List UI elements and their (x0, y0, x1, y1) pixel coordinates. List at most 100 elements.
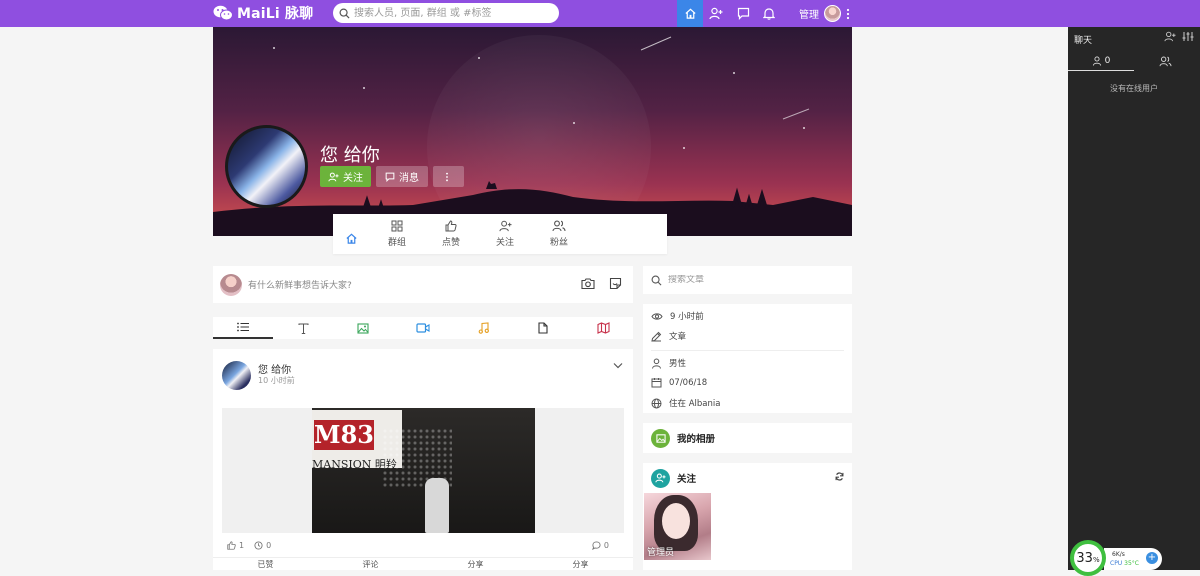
like-action-button[interactable]: 已赞 (213, 558, 318, 570)
following-header: 关注 (643, 468, 696, 488)
file-icon (538, 322, 548, 334)
filter-videos[interactable] (393, 317, 453, 339)
chat-sidebar: 聊天 0 没有在线用户 (1068, 27, 1200, 570)
refresh-icon[interactable] (835, 472, 844, 481)
filter-maps[interactable] (573, 317, 633, 339)
info-posts[interactable]: 文章 (651, 330, 686, 342)
system-monitor-widget[interactable]: 6K/s CPU 35°C + 33% (1070, 540, 1162, 576)
user-menu[interactable]: 管理 (799, 0, 841, 27)
comment-action-button[interactable]: 评论 (318, 558, 423, 570)
chat-header-actions (1164, 31, 1194, 42)
photo-figure (425, 478, 449, 533)
info-birthday: 07/06/18 (651, 377, 707, 388)
monitor-details: 6K/s CPU 35°C + (1104, 548, 1162, 570)
logo-text: MaiLi 脉聊 (237, 6, 314, 22)
memory-percent: 33% (1076, 550, 1100, 566)
following-card: 关注 管理员 (643, 463, 852, 570)
profile-avatar[interactable] (225, 125, 308, 208)
post-time: 10 小时前 (258, 376, 295, 385)
chevron-down-icon[interactable] (613, 362, 623, 369)
friend-requests-button[interactable] (703, 0, 729, 27)
info-birthday-text: 07/06/18 (669, 377, 708, 388)
chat-tabs: 0 (1068, 51, 1200, 71)
camera-icon[interactable] (581, 277, 595, 290)
home-icon (684, 8, 696, 19)
more-menu-button[interactable] (842, 0, 854, 27)
article-search-input[interactable] (668, 275, 838, 285)
tab-likes[interactable]: 点赞 (424, 214, 478, 254)
eye-icon (651, 312, 663, 320)
sticker-icon[interactable] (609, 277, 622, 290)
profile-more-button[interactable] (433, 166, 464, 187)
wechat-icon (213, 5, 233, 21)
grid-icon (391, 220, 403, 232)
post-author-avatar[interactable] (222, 361, 251, 390)
list-icon (237, 322, 249, 332)
add-icon[interactable]: + (1146, 552, 1158, 564)
info-last-seen-text: 9 小时前 (670, 312, 704, 322)
view-count: 0 (266, 541, 272, 550)
albums-card[interactable]: 我的相册 (643, 423, 852, 453)
following-badge (651, 468, 670, 488)
search-icon (339, 8, 350, 19)
follow-button[interactable]: 关注 (320, 166, 371, 187)
message-button[interactable]: 消息 (376, 166, 428, 187)
filter-images[interactable] (333, 317, 393, 339)
tab-label: 点赞 (441, 238, 460, 248)
post-media[interactable]: M83 MANSION 明羚 (222, 408, 624, 533)
tab-following[interactable]: 关注 (478, 214, 532, 254)
post-author-name[interactable]: 您 给你 (258, 361, 291, 376)
home-button[interactable] (677, 0, 703, 27)
network-speed: 6K/s (1112, 551, 1125, 558)
messages-button[interactable] (730, 0, 756, 27)
clock-icon (254, 541, 263, 550)
vertical-dots-icon (445, 172, 448, 181)
composer-avatar (220, 273, 242, 296)
thumbs-up-icon[interactable] (227, 541, 236, 550)
sliders-icon[interactable] (1182, 31, 1194, 42)
user-plus-icon (328, 172, 339, 181)
filter-files[interactable] (513, 317, 573, 339)
chat-tab-groups[interactable] (1134, 51, 1200, 71)
chat-bubble-icon (737, 7, 749, 20)
following-user-name: 管理员 (647, 548, 675, 558)
search-input[interactable] (354, 4, 554, 22)
message-button-label: 消息 (399, 173, 419, 184)
post-card: 您 给你 10 小时前 M83 MANSION 明羚 1 0 0 已赞 评论 分… (213, 349, 633, 570)
thumbs-up-icon (445, 220, 457, 232)
post-actions: 已赞 评论 分享 分享 (213, 557, 633, 570)
tab-followers[interactable]: 粉丝 (532, 214, 586, 254)
filter-text[interactable] (273, 317, 333, 339)
info-gender-text: 男性 (669, 359, 687, 369)
filter-all[interactable] (213, 317, 273, 339)
online-count: 0 (1104, 55, 1111, 66)
cpu-temp: 35°C (1124, 560, 1139, 567)
following-user-thumb[interactable]: 管理员 (644, 493, 711, 560)
info-location: 住在 Albania (651, 397, 720, 409)
tab-label: 关注 (495, 238, 514, 248)
profile-name: 您 给你 (320, 145, 380, 166)
share-action-button[interactable]: 分享 (423, 558, 528, 570)
calendar-icon (651, 378, 662, 388)
users-icon (552, 220, 566, 232)
profile-info: 9 小时前 文章 男性 07/06/18 住在 Albania (643, 304, 852, 413)
notifications-button[interactable] (756, 0, 782, 27)
info-divider (651, 350, 844, 351)
filter-music[interactable] (453, 317, 513, 339)
site-logo[interactable]: MaiLi 脉聊 (213, 3, 313, 23)
tab-groups[interactable]: 群组 (370, 214, 424, 254)
follow-button-label: 关注 (343, 173, 363, 184)
user-plus-icon (655, 473, 666, 483)
tab-timeline[interactable] (333, 214, 370, 254)
user-avatar (824, 5, 841, 22)
photo-sign-text: M83 (314, 420, 374, 450)
post-composer[interactable]: 有什么新鲜事想告诉大家? (213, 266, 633, 303)
user-plus-icon[interactable] (1164, 31, 1176, 42)
share-more-button[interactable]: 分享 (528, 558, 633, 570)
cpu-label: CPU (1110, 560, 1123, 567)
pencil-icon (651, 331, 662, 342)
image-icon (655, 433, 666, 443)
album-badge (651, 428, 670, 448)
chat-tab-online[interactable]: 0 (1068, 51, 1134, 71)
tab-label: 群组 (387, 238, 406, 248)
